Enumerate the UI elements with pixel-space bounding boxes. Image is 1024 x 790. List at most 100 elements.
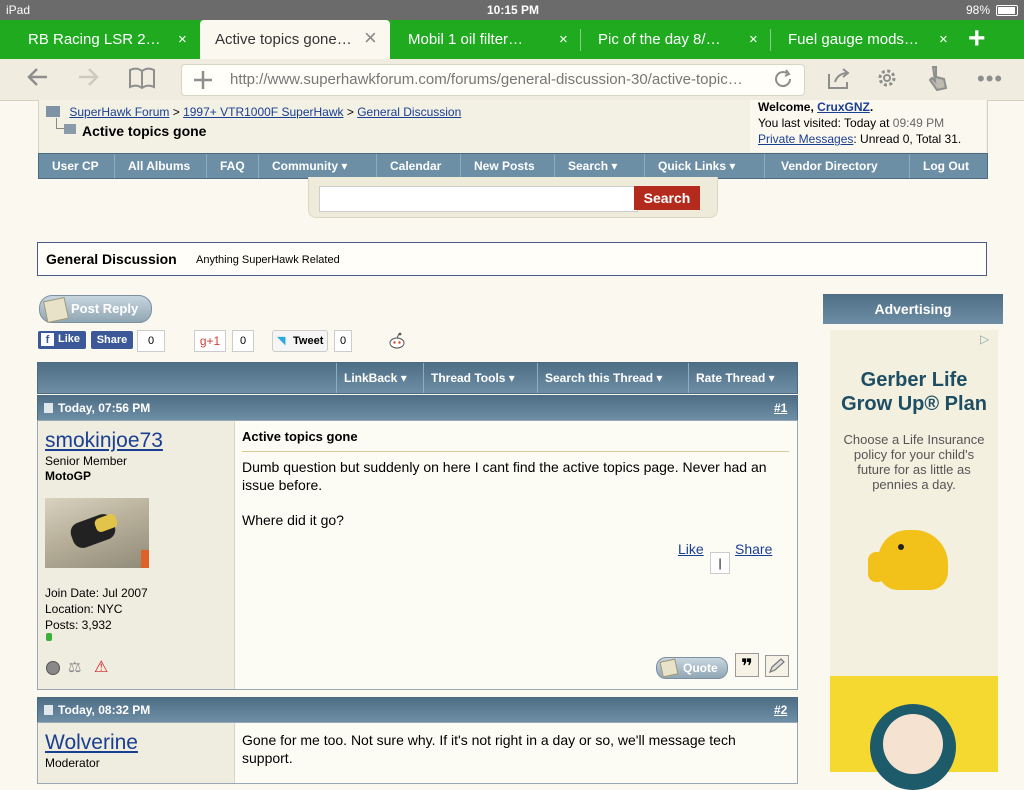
welcome-dot: . <box>869 100 874 114</box>
url-text: http://www.superhawkforum.com/forums/gen… <box>230 71 743 88</box>
facebook-like-button[interactable]: f Like <box>38 331 86 349</box>
nav-log-out[interactable]: Log Out <box>923 154 969 178</box>
username-link[interactable]: CruxGNZ <box>817 100 870 114</box>
nav-vendor-directory[interactable]: Vendor Directory <box>781 154 878 178</box>
user-avatar[interactable] <box>45 498 149 568</box>
close-icon[interactable]: × <box>939 20 948 60</box>
subject-divider <box>242 451 789 452</box>
back-arrow-icon[interactable] <box>25 64 51 97</box>
post-body: Dumb question but suddenly on here I can… <box>242 458 787 529</box>
tweet-button[interactable]: ◥ Tweet <box>272 330 328 352</box>
tab-fuel-gauge[interactable]: Fuel gauge mods… × <box>770 20 960 59</box>
post-body-text: Dumb question but suddenly on here I can… <box>242 459 767 493</box>
breadcrumb-superhawk-link[interactable]: 1997+ VTR1000F SuperHawk <box>183 105 343 119</box>
ad-banner[interactable]: ▷ Gerber Life Grow Up® Plan Choose a Lif… <box>830 330 998 790</box>
tab-pic-of-the-day[interactable]: Pic of the day 8/… × <box>580 20 770 59</box>
post-status-icon <box>44 705 53 715</box>
reputation-scale-icon[interactable]: ⚖ <box>68 658 81 676</box>
nav-calendar[interactable]: Calendar <box>390 154 441 178</box>
last-visited: You last visited: Today at 09:49 PM <box>758 116 944 130</box>
tab-mobil-oil-filter[interactable]: Mobil 1 oil filter… × <box>390 20 580 59</box>
google-plus-count: 0 <box>232 330 254 352</box>
post-reply-label: Post Reply <box>71 301 139 316</box>
like-label: Like <box>58 333 81 345</box>
breadcrumb-separator: > <box>172 105 180 119</box>
breadcrumb-separator: > <box>346 105 354 119</box>
last-visited-label: You last visited: Today at <box>758 116 890 130</box>
forward-arrow-icon[interactable] <box>75 64 101 97</box>
search-input[interactable] <box>319 186 638 212</box>
share-count: 0 <box>137 330 165 352</box>
join-date: Join Date: Jul 2007 <box>45 586 148 600</box>
rate-thread-menu[interactable]: Rate Thread ▾ <box>696 371 775 385</box>
multi-quote-icon[interactable]: ❞ <box>735 653 759 678</box>
forum-home-icon <box>46 106 60 117</box>
thread-tools-menu[interactable]: Thread Tools ▾ <box>431 371 515 385</box>
close-icon[interactable]: × <box>749 20 758 60</box>
close-icon[interactable]: × <box>364 18 377 58</box>
breadcrumb-general-discussion-link[interactable]: General Discussion <box>357 105 461 119</box>
search-thread-menu[interactable]: Search this Thread ▾ <box>545 371 662 385</box>
pointer-hand-icon[interactable] <box>927 64 951 99</box>
thread-title: Active topics gone <box>82 123 207 139</box>
nav-search[interactable]: Search ▾ <box>568 154 617 178</box>
ad-title-line-2: Grow Up® Plan <box>841 393 987 415</box>
user-post-count: Posts: 3,932 <box>45 618 112 632</box>
nav-new-posts[interactable]: New Posts <box>474 154 535 178</box>
last-visited-time: 09:49 PM <box>892 116 945 130</box>
linkback-menu[interactable]: LinkBack ▾ <box>344 371 407 385</box>
reddit-icon[interactable] <box>388 332 406 355</box>
tab-active-topics[interactable]: Active topics gone… × <box>200 20 390 59</box>
offline-status-icon <box>46 661 60 675</box>
welcome-line: Welcome, CruxGNZ. <box>758 100 873 114</box>
reputation-icon <box>46 633 52 641</box>
more-dots-icon[interactable]: ••• <box>977 66 1003 92</box>
facebook-icon: f <box>41 333 54 346</box>
address-bar[interactable]: http://www.superhawkforum.com/forums/gen… <box>181 64 805 96</box>
quote-label: Quote <box>683 661 718 675</box>
tab-title: RB Racing LSR 2… <box>28 31 161 48</box>
report-post-icon[interactable]: ⚠ <box>94 657 108 677</box>
close-icon[interactable]: × <box>559 20 568 60</box>
post-author-link[interactable]: smokinjoe73 <box>45 429 163 453</box>
quote-button[interactable]: Quote <box>656 657 728 679</box>
gear-icon[interactable] <box>875 66 899 97</box>
nav-faq[interactable]: FAQ <box>220 154 245 178</box>
tab-title: Active topics gone… <box>215 31 352 48</box>
nav-user-cp[interactable]: User CP <box>52 154 99 178</box>
private-messages-count: : Unread 0, Total 31. <box>853 132 962 146</box>
post-share-link[interactable]: Share <box>735 541 772 557</box>
search-button[interactable]: Search <box>634 186 700 210</box>
share-icon[interactable] <box>826 66 852 97</box>
close-icon[interactable]: × <box>178 20 187 60</box>
user-rank: Senior Member <box>45 454 128 468</box>
user-title: MotoGP <box>45 469 91 483</box>
tab-title: Mobil 1 oil filter… <box>408 31 524 48</box>
post-like-link[interactable]: Like <box>678 541 704 557</box>
quick-reply-icon[interactable] <box>765 655 789 677</box>
tab-rb-racing[interactable]: RB Racing LSR 2… × <box>0 20 200 59</box>
new-tab-button[interactable]: + <box>968 20 998 59</box>
post-reply-button[interactable]: Post Reply <box>39 295 152 324</box>
pencil-note-icon <box>659 658 679 678</box>
private-messages: Private Messages: Unread 0, Total 31. <box>758 132 961 146</box>
ad-elephant-image <box>868 530 948 590</box>
facebook-share-button[interactable]: Share <box>91 331 133 349</box>
bookmarks-icon[interactable] <box>128 66 156 97</box>
nav-quick-links[interactable]: Quick Links ▾ <box>658 154 735 178</box>
ad-choices-icon[interactable]: ▷ <box>980 332 989 346</box>
forum-title: General Discussion <box>46 251 177 267</box>
post-number-link[interactable]: #1 <box>774 401 787 415</box>
post-number-link[interactable]: #2 <box>774 703 787 717</box>
ad-yellow-panel <box>830 676 998 790</box>
nav-community[interactable]: Community ▾ <box>272 154 347 178</box>
google-plus-button[interactable]: g+1 <box>194 330 226 352</box>
ad-title-line-1: Gerber Life <box>860 369 968 391</box>
post-author-link[interactable]: Wolverine <box>45 731 138 755</box>
breadcrumb-forum-link[interactable]: SuperHawk Forum <box>69 105 169 119</box>
post-body-text: Gone for me too. Not sure why. If it's n… <box>242 732 736 766</box>
private-messages-link[interactable]: Private Messages <box>758 132 853 146</box>
nav-all-albums[interactable]: All Albums <box>128 154 190 178</box>
welcome-prefix: Welcome, <box>758 100 814 114</box>
advertising-header: Advertising <box>823 294 1003 324</box>
